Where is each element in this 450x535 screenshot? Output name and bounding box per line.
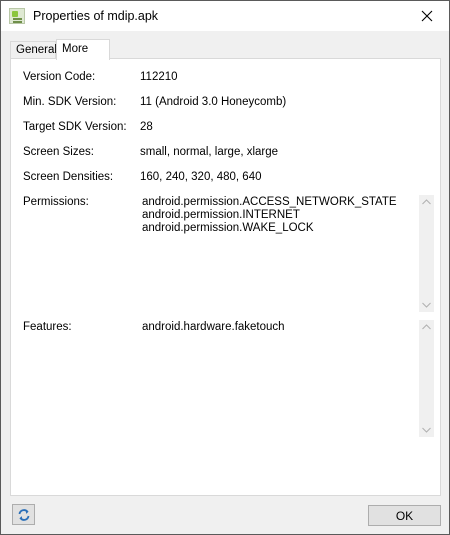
apk-file-icon: [9, 8, 25, 24]
target-sdk-value: 28: [140, 121, 153, 133]
features-list[interactable]: android.hardware.faketouch: [139, 320, 434, 437]
features-scrollbar[interactable]: [419, 320, 434, 437]
list-item[interactable]: android.permission.INTERNET: [142, 209, 397, 222]
screen-densities-label: Screen Densities:: [23, 171, 114, 183]
chevron-up-icon: [422, 199, 431, 205]
close-icon: [421, 10, 433, 22]
title-bar[interactable]: Properties of mdip.apk: [1, 1, 449, 31]
tab-more[interactable]: More: [56, 39, 110, 60]
version-code-value: 112210: [140, 71, 178, 83]
list-item[interactable]: android.hardware.faketouch: [142, 321, 285, 334]
version-code-label: Version Code:: [23, 71, 96, 83]
screen-sizes-label: Screen Sizes:: [23, 146, 94, 158]
close-button[interactable]: [405, 1, 449, 31]
ok-button[interactable]: OK: [368, 505, 441, 526]
features-label: Features:: [23, 321, 72, 333]
list-item[interactable]: android.permission.WAKE_LOCK: [142, 222, 397, 235]
screen-densities-value: 160, 240, 320, 480, 640: [140, 171, 262, 183]
scroll-down-button[interactable]: [419, 423, 434, 437]
chevron-down-icon: [422, 427, 431, 433]
chevron-down-icon: [422, 302, 431, 308]
permissions-list[interactable]: android.permission.ACCESS_NETWORK_STATE …: [139, 195, 434, 312]
refresh-icon: [18, 508, 29, 521]
window-title: Properties of mdip.apk: [33, 9, 159, 23]
refresh-button[interactable]: [12, 504, 35, 525]
scroll-down-button[interactable]: [419, 298, 434, 312]
scroll-up-button[interactable]: [419, 320, 434, 334]
chevron-up-icon: [422, 324, 431, 330]
tab-general[interactable]: General: [10, 41, 57, 58]
properties-dialog: Properties of mdip.apk General More Vers…: [0, 0, 450, 535]
screen-sizes-value: small, normal, large, xlarge: [140, 146, 279, 158]
permissions-label: Permissions:: [23, 196, 89, 208]
min-sdk-label: Min. SDK Version:: [23, 96, 117, 108]
target-sdk-label: Target SDK Version:: [23, 121, 127, 133]
min-sdk-value: 11 (Android 3.0 Honeycomb): [140, 96, 287, 108]
more-tab-panel: Version Code: 112210 Min. SDK Version: 1…: [10, 58, 441, 496]
list-item[interactable]: android.permission.ACCESS_NETWORK_STATE: [142, 196, 397, 209]
scroll-up-button[interactable]: [419, 195, 434, 209]
permissions-scrollbar[interactable]: [419, 195, 434, 312]
